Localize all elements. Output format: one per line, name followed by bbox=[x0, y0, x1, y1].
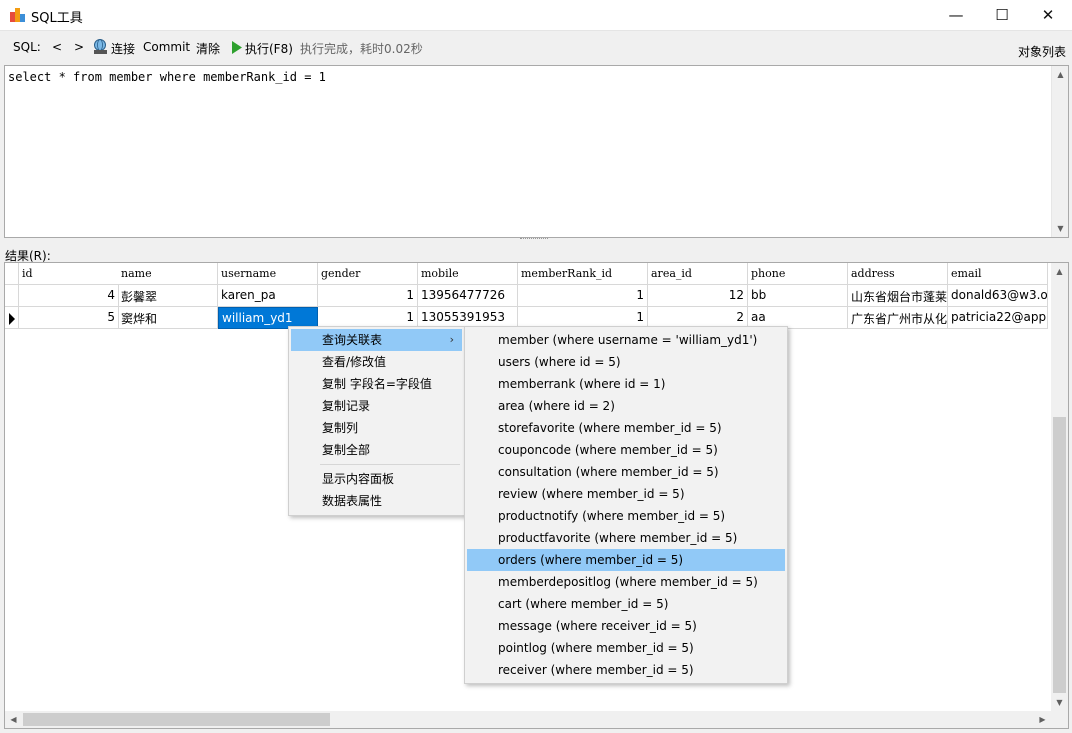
column-header[interactable]: address bbox=[848, 263, 948, 285]
submenu-item[interactable]: productnotify (where member_id = 5) bbox=[467, 505, 785, 527]
column-header[interactable]: name bbox=[118, 263, 218, 285]
menu-separator bbox=[320, 464, 460, 465]
clear-button[interactable]: 清除 bbox=[196, 40, 220, 57]
context-menu-item[interactable]: 复制全部 bbox=[291, 439, 462, 461]
context-menu-item[interactable]: 数据表属性 bbox=[291, 490, 462, 512]
grid-cell[interactable]: 4 bbox=[19, 285, 119, 307]
grid-cell[interactable]: 12 bbox=[648, 285, 748, 307]
sql-editor[interactable]: select * from member where memberRank_id… bbox=[4, 65, 1069, 238]
editor-vertical-scrollbar[interactable]: ▲ ▼ bbox=[1051, 66, 1068, 237]
next-sql-button[interactable]: > bbox=[74, 40, 84, 54]
grid-corner[interactable] bbox=[5, 263, 19, 285]
submenu-item[interactable]: message (where receiver_id = 5) bbox=[467, 615, 785, 637]
context-menu-item[interactable]: 显示内容面板 bbox=[291, 468, 462, 490]
sql-label: SQL: bbox=[13, 40, 41, 54]
grid-cell[interactable]: 窦烨和 bbox=[118, 307, 218, 329]
column-header[interactable]: id bbox=[19, 263, 119, 285]
execute-button[interactable]: 执行(F8) bbox=[245, 40, 293, 57]
grid-horizontal-scrollbar[interactable]: ◀ ▶ bbox=[5, 711, 1068, 728]
scrollbar-thumb[interactable] bbox=[23, 713, 330, 726]
submenu-item[interactable]: review (where member_id = 5) bbox=[467, 483, 785, 505]
scroll-down-icon[interactable]: ▼ bbox=[1052, 220, 1069, 237]
context-menu-item[interactable]: 复制列 bbox=[291, 417, 462, 439]
grid-cell[interactable]: 13956477726 bbox=[418, 285, 518, 307]
column-header[interactable]: mobile bbox=[418, 263, 518, 285]
context-menu-item[interactable]: 查询关联表 › bbox=[291, 329, 462, 351]
column-header[interactable]: gender bbox=[318, 263, 418, 285]
sql-text[interactable]: select * from member where memberRank_id… bbox=[8, 70, 326, 84]
grid-cell[interactable]: karen_pa bbox=[218, 285, 318, 307]
menu-item-label: 查看/修改值 bbox=[322, 355, 387, 369]
submenu-item[interactable]: cart (where member_id = 5) bbox=[467, 593, 785, 615]
row-marker-icon bbox=[9, 313, 15, 325]
submenu-item[interactable]: storefavorite (where member_id = 5) bbox=[467, 417, 785, 439]
scroll-up-icon[interactable]: ▲ bbox=[1052, 66, 1069, 83]
submenu-item[interactable]: member (where username = 'william_yd1') bbox=[467, 329, 785, 351]
submenu-item[interactable]: couponcode (where member_id = 5) bbox=[467, 439, 785, 461]
minimize-button[interactable]: — bbox=[933, 0, 979, 31]
submenu-item[interactable]: receiver (where member_id = 5) bbox=[467, 659, 785, 681]
prev-sql-button[interactable]: < bbox=[52, 40, 62, 54]
object-list-button[interactable]: 对象列表 bbox=[1018, 43, 1066, 60]
scroll-down-icon[interactable]: ▼ bbox=[1051, 694, 1068, 711]
scroll-up-icon[interactable]: ▲ bbox=[1051, 263, 1068, 280]
chevron-right-icon: › bbox=[449, 333, 454, 346]
submenu-item[interactable]: users (where id = 5) bbox=[467, 351, 785, 373]
grid-cell[interactable]: patricia22@appl bbox=[948, 307, 1048, 329]
toolbar: SQL: < > 连接 Commit 清除 执行(F8) 执行完成，耗时0.02… bbox=[0, 31, 1072, 63]
scroll-left-icon[interactable]: ◀ bbox=[5, 711, 22, 728]
submenu-item[interactable]: orders (where member_id = 5) bbox=[467, 549, 785, 571]
related-tables-submenu: member (where username = 'william_yd1') u… bbox=[464, 326, 788, 684]
menu-item-label: 查询关联表 bbox=[322, 333, 383, 347]
scroll-right-icon[interactable]: ▶ bbox=[1034, 711, 1051, 728]
row-header[interactable] bbox=[5, 285, 19, 307]
close-button[interactable]: ✕ bbox=[1025, 0, 1071, 31]
app-icon bbox=[10, 8, 26, 22]
submenu-item[interactable]: pointlog (where member_id = 5) bbox=[467, 637, 785, 659]
column-header[interactable]: area_id bbox=[648, 263, 748, 285]
grid-cell[interactable]: 1 bbox=[318, 285, 418, 307]
context-menu: 查询关联表 › 查看/修改值复制 字段名=字段值 复制记录复制列复制全部显示内容面板数… bbox=[288, 326, 465, 516]
submenu-item[interactable]: memberrank (where id = 1) bbox=[467, 373, 785, 395]
grid-cell[interactable]: 5 bbox=[19, 307, 119, 329]
grid-vertical-scrollbar[interactable]: ▲ ▼ bbox=[1051, 263, 1068, 711]
connect-icon bbox=[92, 38, 109, 58]
grid-cell[interactable]: donald63@w3.o bbox=[948, 285, 1048, 307]
column-header[interactable]: memberRank_id bbox=[518, 263, 648, 285]
window-title: SQL工具 bbox=[31, 11, 83, 26]
submenu-item[interactable]: area (where id = 2) bbox=[467, 395, 785, 417]
grid-cell[interactable]: 1 bbox=[518, 285, 648, 307]
menu-item-label: 显示内容面板 bbox=[322, 472, 395, 486]
status-text: 执行完成，耗时0.02秒 bbox=[300, 42, 423, 56]
maximize-button[interactable]: ☐ bbox=[979, 0, 1025, 31]
scrollbar-thumb[interactable] bbox=[1053, 417, 1066, 693]
submenu-item[interactable]: memberdepositlog (where member_id = 5) bbox=[467, 571, 785, 593]
title-bar: SQL工具 — ☐ ✕ bbox=[0, 0, 1072, 31]
grid-cell[interactable]: 彭馨翠 bbox=[118, 285, 218, 307]
context-menu-item[interactable]: 查看/修改值 bbox=[291, 351, 462, 373]
execute-icon bbox=[232, 41, 242, 57]
connect-button[interactable]: 连接 bbox=[111, 40, 135, 57]
context-menu-item[interactable]: 复制 字段名=字段值 bbox=[291, 373, 462, 395]
menu-item-label: 复制记录 bbox=[322, 399, 371, 413]
menu-item-label: 复制全部 bbox=[322, 443, 371, 457]
grid-cell[interactable]: 山东省烟台市蓬莱 bbox=[848, 285, 948, 307]
grid-cell[interactable]: 广东省广州市从化 bbox=[848, 307, 948, 329]
menu-item-label: 复制 字段名=字段值 bbox=[322, 377, 432, 391]
submenu-item[interactable]: productfavorite (where member_id = 5) bbox=[467, 527, 785, 549]
column-header[interactable]: phone bbox=[748, 263, 848, 285]
menu-item-label: 数据表属性 bbox=[322, 494, 383, 508]
submenu-item[interactable]: consultation (where member_id = 5) bbox=[467, 461, 785, 483]
grid-cell[interactable]: bb bbox=[748, 285, 848, 307]
row-header[interactable] bbox=[5, 307, 19, 329]
column-header[interactable]: username bbox=[218, 263, 318, 285]
commit-button[interactable]: Commit bbox=[143, 40, 190, 54]
menu-item-label: 复制列 bbox=[322, 421, 359, 435]
column-header[interactable]: email bbox=[948, 263, 1048, 285]
splitter-handle[interactable] bbox=[520, 238, 548, 241]
context-menu-item[interactable]: 复制记录 bbox=[291, 395, 462, 417]
